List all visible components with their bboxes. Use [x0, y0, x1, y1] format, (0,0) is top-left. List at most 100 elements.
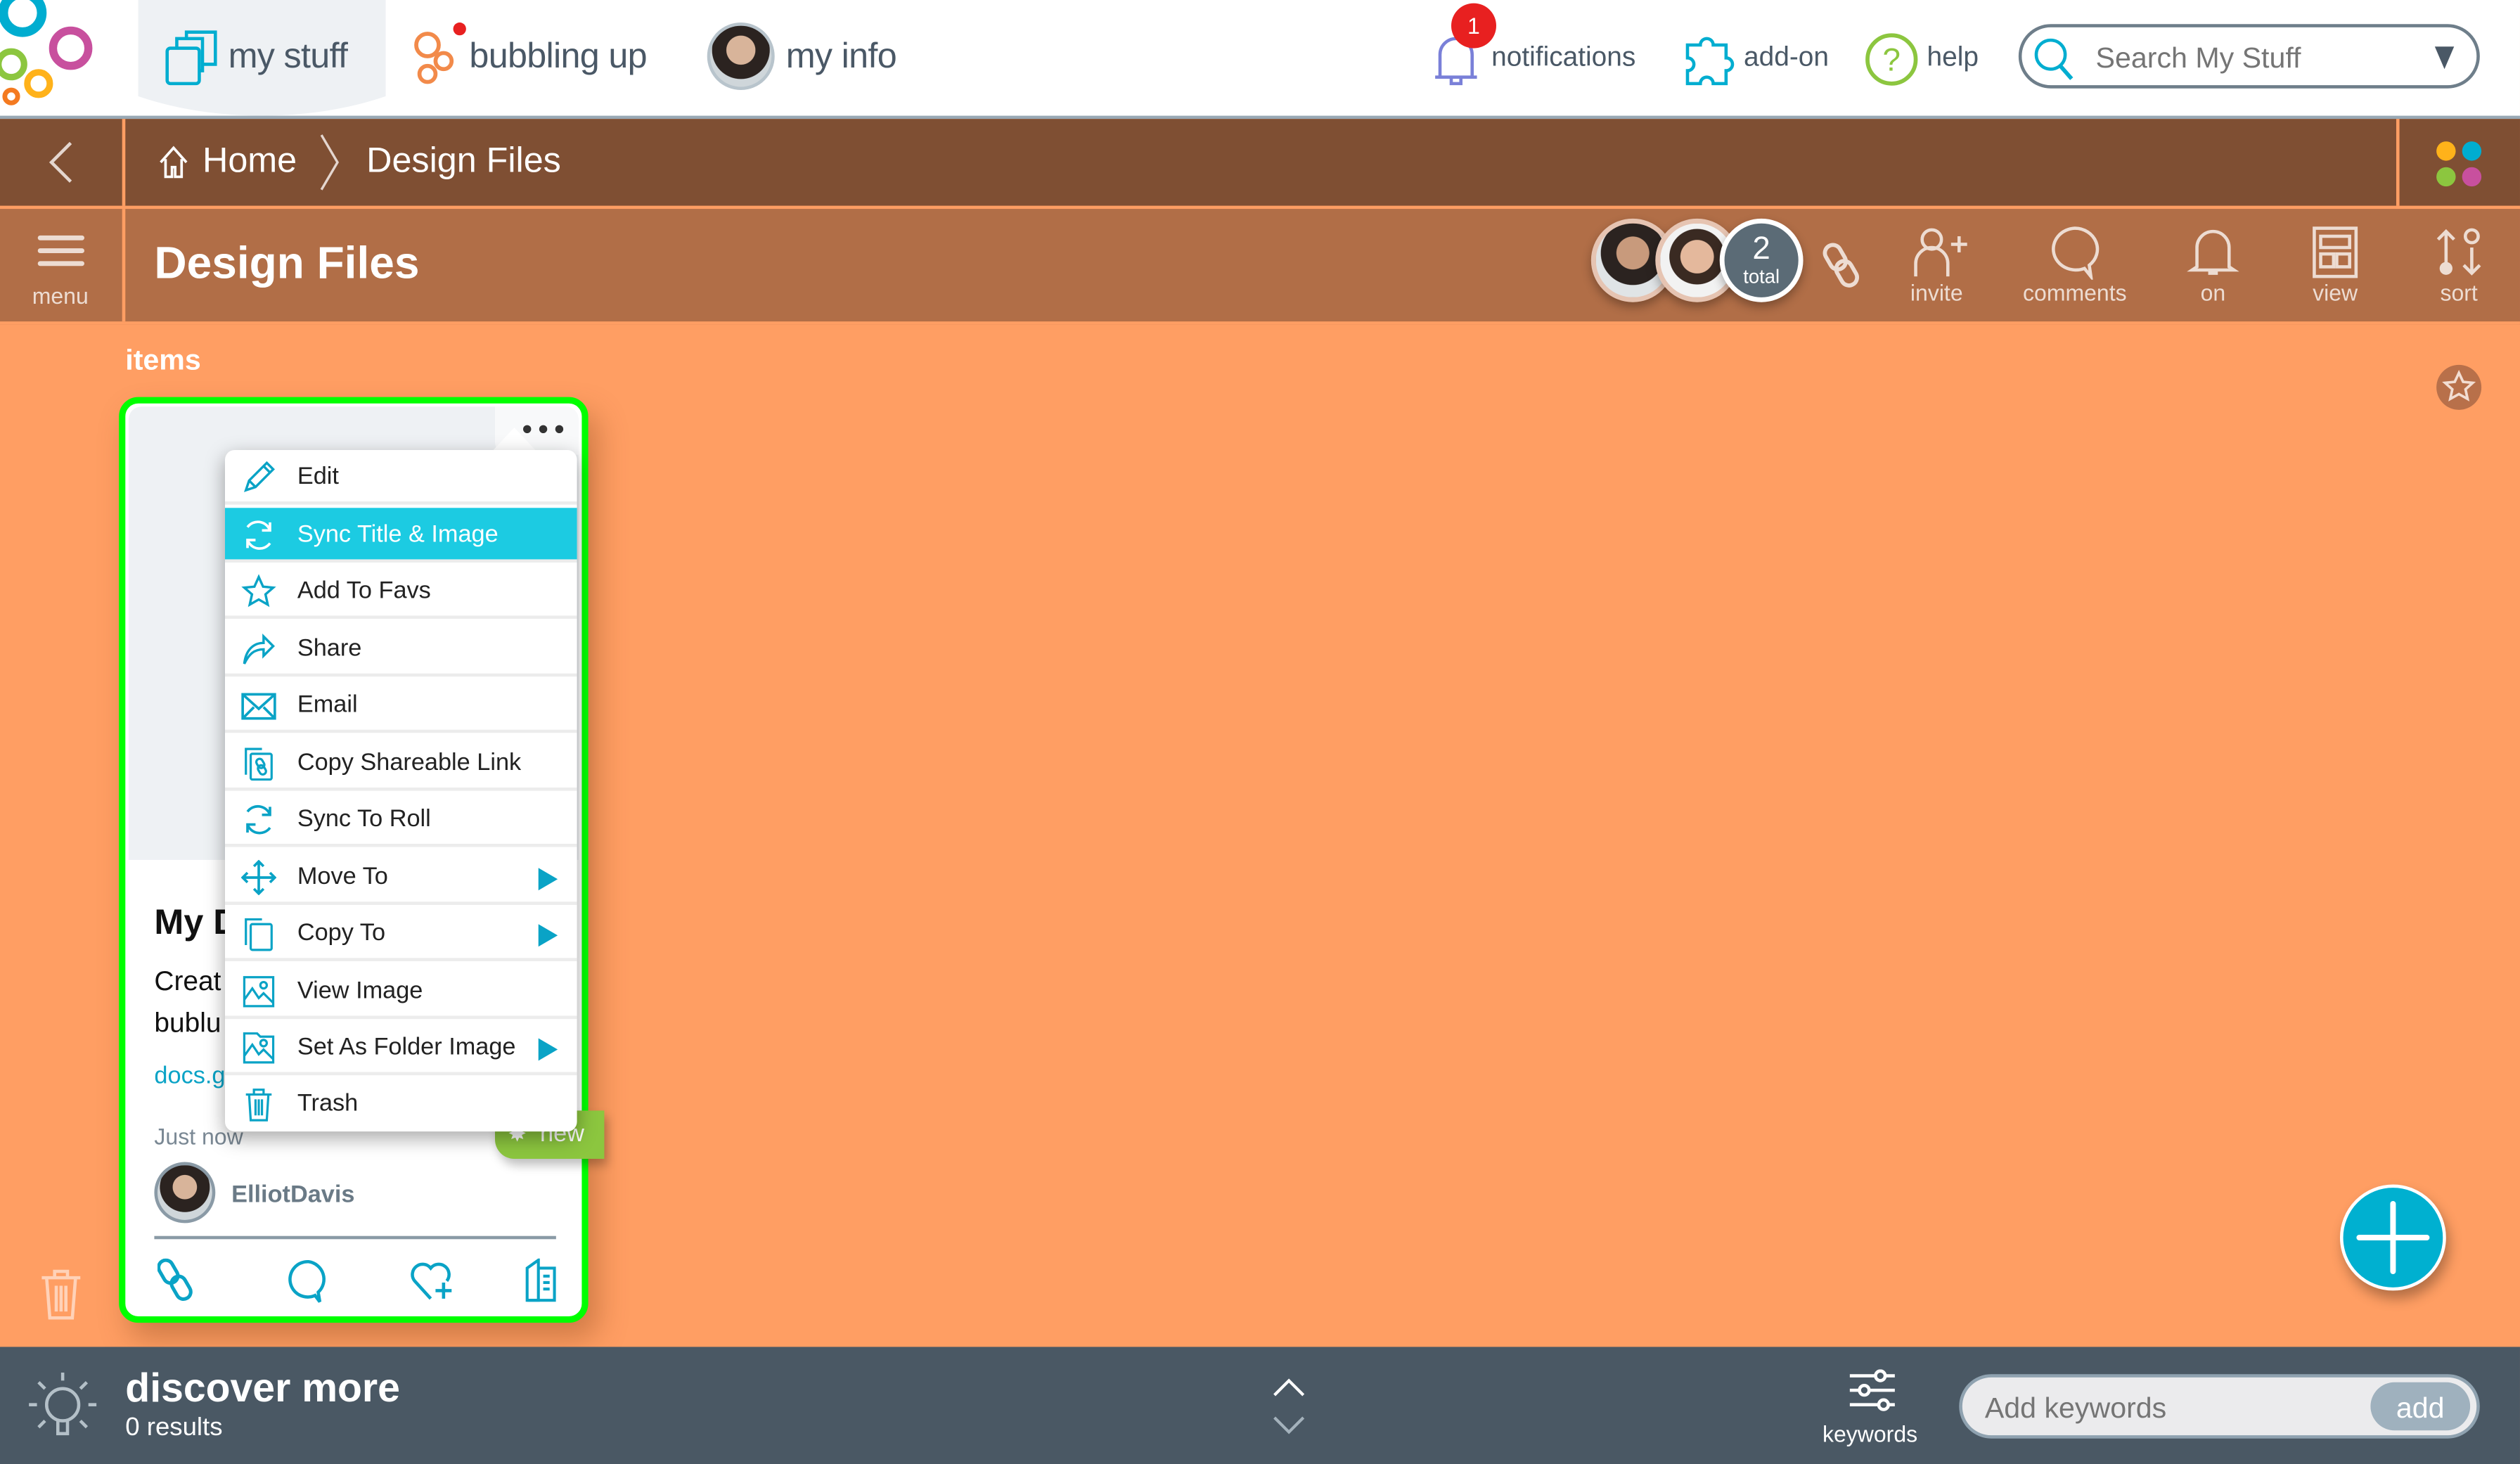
- page-title: Design Files: [154, 238, 420, 288]
- breadcrumb-separator-icon: [319, 131, 341, 193]
- card-desc-line2: bublu: [154, 1008, 221, 1039]
- menu-item-sync-title-image[interactable]: Sync Title & Image: [224, 508, 577, 563]
- breadcrumb-current: Design Files: [366, 139, 561, 180]
- apps-grid-icon[interactable]: [2434, 139, 2485, 190]
- search-box[interactable]: [2018, 24, 2480, 89]
- keywords-input[interactable]: [1981, 1388, 2358, 1427]
- chevron-left-icon[interactable]: [45, 139, 77, 187]
- menu-item-view-image[interactable]: View Image: [224, 964, 577, 1020]
- card-divider: [154, 1235, 556, 1240]
- share-icon: [243, 633, 275, 664]
- lightbulb-icon: [26, 1369, 100, 1443]
- items-section-label: items: [125, 344, 201, 376]
- card-comment-icon[interactable]: [286, 1259, 331, 1304]
- move-icon: [240, 859, 277, 896]
- discover-results: 0 results: [125, 1414, 223, 1442]
- bubbles-icon: [411, 22, 469, 86]
- plus-icon: [2356, 1200, 2430, 1274]
- puzzle-icon[interactable]: [1681, 32, 1736, 87]
- card-context-menu: Edit Sync Title & Image Add To Favs Shar…: [224, 449, 577, 1132]
- card-favorite-add-icon[interactable]: [409, 1259, 457, 1304]
- notifications-label[interactable]: notifications: [1491, 41, 1635, 74]
- svg-text:?: ?: [1883, 42, 1901, 78]
- my-info-avatar[interactable]: [707, 22, 775, 90]
- trash-drop-icon[interactable]: [39, 1266, 84, 1321]
- comment-icon: [2052, 226, 2100, 280]
- layout-icon: [2313, 226, 2358, 278]
- sort-button[interactable]: sort: [2424, 225, 2495, 305]
- menu-item-sync-to-roll[interactable]: Sync To Roll: [224, 792, 577, 847]
- star-icon: [2442, 369, 2476, 402]
- app-logo[interactable]: [0, 0, 129, 116]
- breadcrumb-home[interactable]: Home: [202, 140, 297, 181]
- notifications-on-button[interactable]: on: [2176, 225, 2250, 305]
- comments-button[interactable]: comments: [2009, 225, 2140, 305]
- submenu-arrow-icon: [538, 1038, 558, 1061]
- on-label: on: [2200, 279, 2226, 306]
- card-open-doc-icon[interactable]: [524, 1258, 559, 1304]
- comments-label: comments: [2023, 279, 2127, 306]
- author-name[interactable]: ElliotDavis: [231, 1181, 354, 1209]
- help-label[interactable]: help: [1927, 41, 1979, 74]
- invite-button[interactable]: invite: [1896, 225, 1976, 305]
- keywords-label[interactable]: keywords: [1822, 1421, 1917, 1447]
- add-item-fab[interactable]: [2339, 1184, 2446, 1291]
- keywords-input-box[interactable]: add: [1959, 1374, 2480, 1439]
- invite-label: invite: [1910, 279, 1963, 306]
- search-dropdown-icon[interactable]: [2434, 46, 2455, 70]
- view-label: view: [2313, 279, 2358, 306]
- members-total-label: total: [1743, 265, 1780, 288]
- card-desc-line1: Creat: [154, 965, 221, 997]
- menu-item-move-to[interactable]: Move To: [224, 850, 577, 905]
- link-icon[interactable]: [1822, 241, 1861, 290]
- menu-item-share[interactable]: Share: [224, 622, 577, 677]
- trash-icon: [245, 1089, 272, 1122]
- sync-icon: [246, 804, 271, 835]
- submenu-arrow-icon: [538, 868, 558, 891]
- favorite-star-button[interactable]: [2436, 364, 2482, 410]
- star-icon: [241, 574, 276, 608]
- menu-label[interactable]: menu: [32, 283, 89, 309]
- tab-my-info-label[interactable]: my info: [786, 35, 897, 77]
- search-icon: [2031, 35, 2080, 84]
- pencil-icon: [244, 461, 275, 492]
- members-total-count: 2: [1752, 231, 1770, 267]
- expand-collapse-toggle[interactable]: [1270, 1376, 1309, 1437]
- menu-item-email[interactable]: Email: [224, 679, 577, 733]
- sort-label: sort: [2440, 279, 2478, 306]
- view-button[interactable]: view: [2299, 225, 2372, 305]
- submenu-arrow-icon: [538, 924, 558, 947]
- card-link-icon[interactable]: [157, 1258, 196, 1304]
- menu-item-set-as-folder-image[interactable]: Set As Folder Image: [224, 1020, 577, 1076]
- hamburger-menu-icon[interactable]: [35, 231, 86, 273]
- email-icon: [241, 693, 276, 720]
- menu-item-trash[interactable]: Trash: [225, 1077, 577, 1131]
- addon-label[interactable]: add-on: [1744, 41, 1829, 74]
- search-input[interactable]: [2092, 37, 2405, 79]
- menu-item-copy-shareable-link[interactable]: Copy Shareable Link: [224, 736, 577, 791]
- tab-bubbling-up-label[interactable]: bubbling up: [469, 35, 647, 77]
- bell-icon: [2187, 229, 2239, 275]
- copy-icon: [245, 918, 273, 951]
- menu-pointer: [491, 427, 537, 452]
- invite-user-icon: [1914, 228, 1967, 277]
- menu-item-edit[interactable]: Edit: [224, 450, 577, 505]
- help-icon[interactable]: ?: [1864, 32, 1919, 87]
- notifications-badge: 1: [1451, 3, 1496, 49]
- top-navigation: my stuff bubbling up my info 1 notificat…: [0, 0, 2520, 120]
- tab-my-stuff-label[interactable]: my stuff: [229, 35, 348, 77]
- menu-item-copy-to[interactable]: Copy To: [224, 906, 577, 961]
- folders-icon: [164, 29, 221, 86]
- copy-link-icon: [245, 747, 273, 781]
- members-total-badge[interactable]: 2 total: [1719, 218, 1804, 302]
- keywords-filter-icon[interactable]: [1845, 1369, 1900, 1411]
- folder-title-bar: menu Design Files 2 total invite comment…: [0, 209, 2520, 325]
- image-icon: [243, 976, 275, 1008]
- home-icon: [158, 145, 190, 180]
- menu-item-add-to-favs[interactable]: Add To Favs: [224, 564, 577, 619]
- add-keyword-button[interactable]: add: [2370, 1382, 2471, 1431]
- folder-image-icon: [243, 1032, 275, 1064]
- discover-title: discover more: [125, 1366, 400, 1411]
- card-link[interactable]: docs.g: [154, 1062, 225, 1090]
- author-avatar[interactable]: [154, 1162, 216, 1224]
